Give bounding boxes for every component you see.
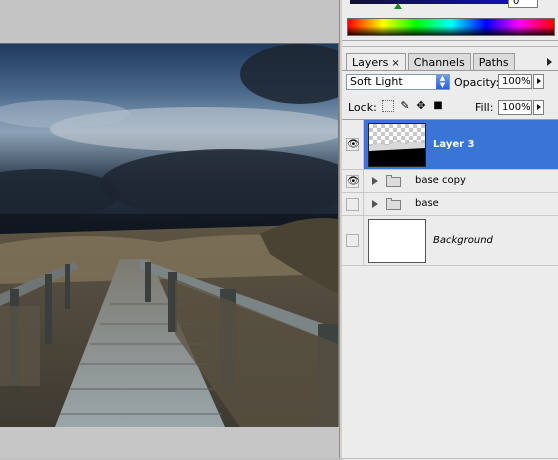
folder-icon: [386, 198, 401, 210]
right-panel-dock: B 0 Layers× Channels Paths Soft Light ▲▼…: [342, 0, 558, 460]
fill-field[interactable]: 100%: [498, 100, 532, 115]
tab-paths-label: Paths: [478, 56, 509, 69]
close-icon[interactable]: ×: [391, 58, 399, 69]
tab-channels-label: Channels: [413, 56, 465, 69]
visibility-toggle[interactable]: [346, 234, 359, 247]
canvas-bottom-area: [0, 427, 340, 458]
canvas-workspace: [0, 0, 340, 458]
palette-menu-icon[interactable]: [547, 58, 552, 66]
color-panel: B 0: [342, 0, 558, 41]
visibility-cell[interactable]: 👁: [342, 120, 364, 169]
visibility-cell[interactable]: [342, 216, 364, 265]
document-image[interactable]: [0, 43, 339, 428]
eye-icon[interactable]: 👁: [346, 138, 360, 151]
layer-name[interactable]: Layer 3: [433, 139, 474, 150]
layer-row-background[interactable]: Background: [342, 216, 558, 266]
select-arrows-icon[interactable]: ▲ ▼: [436, 75, 449, 89]
layer-name[interactable]: base copy: [415, 175, 466, 186]
tab-layers-label: Layers: [352, 56, 389, 69]
layers-list: 👁 Layer 3 👁 base copy base Background: [342, 119, 558, 460]
layer-thumbnail: [368, 219, 426, 263]
opacity-arrow-icon[interactable]: [533, 74, 544, 89]
layer-row-layer-3[interactable]: 👁 Layer 3: [342, 120, 558, 170]
lock-transparency-icon[interactable]: [382, 100, 394, 112]
palette-tabs: Layers × Channels Paths: [346, 53, 517, 71]
boardwalk-storm-photo: [0, 44, 338, 427]
expand-arrow-icon[interactable]: [372, 200, 378, 208]
visibility-cell[interactable]: [342, 193, 364, 215]
tabs-underline: [342, 70, 558, 71]
tab-channels[interactable]: Channels: [407, 53, 471, 70]
tab-layers[interactable]: Layers ×: [346, 53, 406, 71]
fill-arrow-icon[interactable]: [533, 100, 544, 115]
lock-move-icon[interactable]: ✥: [415, 100, 427, 112]
eye-icon[interactable]: 👁: [346, 175, 360, 188]
slider-thumb-icon[interactable]: [394, 3, 402, 9]
fill-label: Fill:: [475, 101, 494, 114]
opacity-label: Opacity:: [454, 76, 500, 89]
expand-arrow-icon[interactable]: [372, 177, 378, 185]
layer-thumbnail: [368, 123, 426, 167]
blend-mode-value: Soft Light: [350, 75, 403, 88]
visibility-toggle[interactable]: [346, 198, 359, 211]
lock-all-icon[interactable]: ■: [432, 100, 444, 112]
palette-bottom-edge: [342, 458, 558, 459]
color-spectrum-ramp[interactable]: [347, 18, 555, 36]
tab-paths[interactable]: Paths: [472, 53, 515, 70]
layer-name[interactable]: Background: [433, 235, 493, 246]
layer-row-base-copy[interactable]: 👁 base copy: [342, 170, 558, 193]
folder-icon: [386, 175, 401, 187]
lock-label: Lock:: [348, 101, 377, 114]
layer-name[interactable]: base: [415, 198, 439, 209]
layers-palette: Layers × Channels Paths Soft Light ▲ ▼ Opa…: [342, 46, 558, 460]
blue-value-field[interactable]: 0: [508, 0, 538, 8]
blend-mode-select[interactable]: Soft Light ▲ ▼: [346, 74, 450, 90]
visibility-cell[interactable]: 👁: [342, 170, 364, 192]
lock-brush-icon[interactable]: ✎: [399, 100, 411, 112]
layer-row-base[interactable]: base: [342, 193, 558, 216]
opacity-field[interactable]: 100%: [498, 74, 532, 89]
